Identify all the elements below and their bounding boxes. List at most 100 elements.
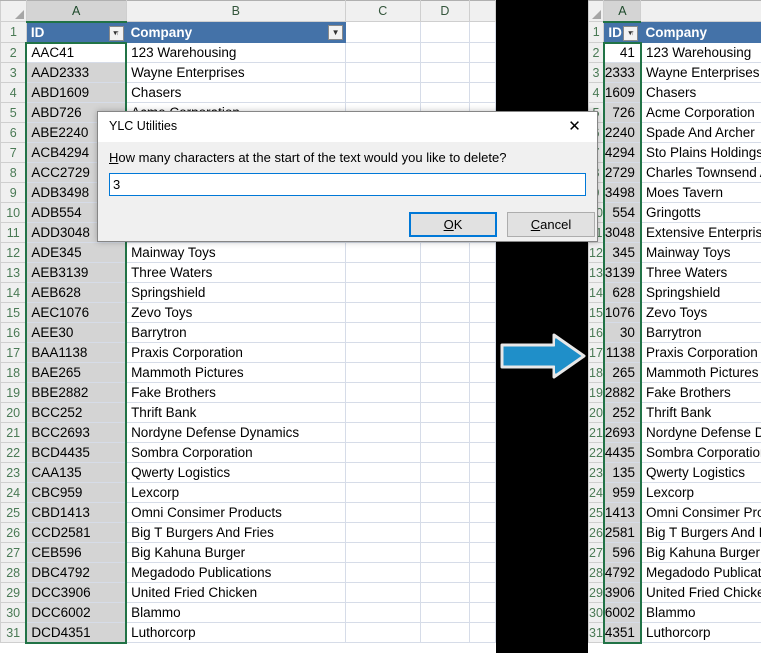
row-header[interactable]: 31	[0, 622, 27, 643]
cell-company[interactable]: Omni Consimer Products	[125, 502, 347, 523]
empty-cell[interactable]	[419, 622, 471, 643]
cell-company[interactable]: Fake Brothers	[125, 382, 347, 403]
cell-company[interactable]: 123 Warehousing	[125, 42, 347, 63]
empty-cell[interactable]	[419, 342, 471, 363]
empty-cell[interactable]	[345, 382, 421, 403]
empty-cell[interactable]	[469, 302, 496, 323]
cell-company[interactable]: Megadodo Publications	[125, 562, 347, 583]
empty-cell[interactable]	[469, 62, 496, 83]
row-header[interactable]: 31	[588, 622, 605, 643]
row-header[interactable]: 22	[588, 442, 605, 463]
cell-company[interactable]: Praxis Corporation	[640, 342, 761, 363]
cell-company[interactable]: Praxis Corporation	[125, 342, 347, 363]
cell-company[interactable]: Extensive Enterprise	[640, 222, 761, 243]
empty-cell[interactable]	[419, 382, 471, 403]
row-header[interactable]: 5	[0, 102, 27, 123]
cell-id[interactable]: CBD1413	[25, 502, 128, 523]
cell-id[interactable]: 2333	[602, 62, 642, 83]
cell-company[interactable]: Sto Plains Holdings	[640, 142, 761, 163]
cell-id[interactable]: 252	[602, 402, 642, 423]
row-header[interactable]: 21	[588, 422, 605, 443]
empty-cell[interactable]	[345, 21, 421, 43]
empty-cell[interactable]	[345, 542, 421, 563]
cell-company[interactable]: Wayne Enterprises	[640, 62, 761, 83]
cell-id[interactable]: 3906	[602, 582, 642, 603]
row-header[interactable]: 27	[0, 542, 27, 563]
column-header-b-partial[interactable]	[640, 0, 761, 22]
row-header[interactable]: 16	[588, 322, 605, 343]
row-header[interactable]: 13	[0, 262, 27, 283]
cell-company[interactable]: Three Waters	[640, 262, 761, 283]
empty-cell[interactable]	[469, 322, 496, 343]
empty-cell[interactable]	[419, 322, 471, 343]
empty-cell[interactable]	[345, 362, 421, 383]
cell-company[interactable]: Fake Brothers	[640, 382, 761, 403]
cell-company[interactable]: Megadodo Publications	[640, 562, 761, 583]
row-header[interactable]: 18	[588, 362, 605, 383]
cell-company[interactable]: Chasers	[640, 82, 761, 103]
row-header[interactable]: 17	[0, 342, 27, 363]
empty-cell[interactable]	[419, 282, 471, 303]
cell-id[interactable]: 726	[602, 102, 642, 123]
empty-cell[interactable]	[345, 582, 421, 603]
empty-cell[interactable]	[345, 42, 421, 63]
filter-sorted-icon[interactable]: ▾↑	[108, 25, 124, 41]
ok-button[interactable]: OK	[409, 212, 497, 237]
cell-id[interactable]: 3139	[602, 262, 642, 283]
empty-cell[interactable]	[345, 402, 421, 423]
cell-id[interactable]: CEB596	[25, 542, 128, 563]
empty-cell[interactable]	[419, 602, 471, 623]
empty-cell[interactable]	[469, 402, 496, 423]
row-header[interactable]: 2	[0, 42, 27, 63]
cell-company[interactable]: Omni Consimer Products	[640, 502, 761, 523]
cell-id[interactable]: 265	[602, 362, 642, 383]
empty-cell[interactable]	[345, 242, 421, 263]
row-header[interactable]: 24	[0, 482, 27, 503]
column-header-a[interactable]: A	[603, 0, 642, 23]
row-header[interactable]: 23	[588, 462, 605, 483]
row-header[interactable]: 20	[588, 402, 605, 423]
cell-id[interactable]: 41	[602, 41, 642, 63]
empty-cell[interactable]	[469, 42, 496, 63]
empty-cell[interactable]	[469, 262, 496, 283]
row-header[interactable]: 23	[0, 462, 27, 483]
cell-company[interactable]: United Fried Chicken	[640, 582, 761, 603]
cell-id[interactable]: 1076	[602, 302, 642, 323]
cell-id[interactable]: BAA1138	[25, 342, 128, 363]
row-header[interactable]: 20	[0, 402, 27, 423]
column-header-d[interactable]: D	[419, 0, 471, 22]
empty-cell[interactable]	[469, 362, 496, 383]
empty-cell[interactable]	[469, 282, 496, 303]
empty-cell[interactable]	[469, 582, 496, 603]
cell-company[interactable]: United Fried Chicken	[125, 582, 347, 603]
cell-id[interactable]: 4351	[602, 622, 642, 644]
cell-id[interactable]: BCC2693	[25, 422, 128, 443]
empty-cell[interactable]	[469, 242, 496, 263]
cell-id[interactable]: DCC3906	[25, 582, 128, 603]
cell-id[interactable]: 554	[602, 202, 642, 223]
cell-id[interactable]: DCC6002	[25, 602, 128, 623]
row-header[interactable]: 4	[588, 82, 605, 103]
cell-id[interactable]: ADE345	[25, 242, 128, 263]
row-header[interactable]: 4	[0, 82, 27, 103]
filter-dropdown-icon[interactable]: ▼	[328, 25, 344, 40]
cell-id[interactable]: DBC4792	[25, 562, 128, 583]
column-header-e-partial[interactable]	[469, 0, 496, 22]
cell-company[interactable]: Zevo Toys	[125, 302, 347, 323]
cell-id[interactable]: 3048	[602, 222, 642, 243]
empty-cell[interactable]	[345, 622, 421, 643]
cell-id[interactable]: AEB628	[25, 282, 128, 303]
row-header[interactable]: 30	[588, 602, 605, 623]
cell-id[interactable]: BAE265	[25, 362, 128, 383]
cell-company[interactable]: Thrift Bank	[125, 402, 347, 423]
cell-company[interactable]: Barrytron	[640, 322, 761, 343]
cell-company[interactable]: Blammo	[640, 602, 761, 623]
cell-company[interactable]: Qwerty Logistics	[125, 462, 347, 483]
empty-cell[interactable]	[469, 562, 496, 583]
row-header[interactable]: 15	[0, 302, 27, 323]
empty-cell[interactable]	[419, 482, 471, 503]
empty-cell[interactable]	[419, 21, 471, 43]
cell-company[interactable]: Qwerty Logistics	[640, 462, 761, 483]
cell-company[interactable]: Blammo	[125, 602, 347, 623]
row-header[interactable]: 1	[0, 21, 27, 43]
